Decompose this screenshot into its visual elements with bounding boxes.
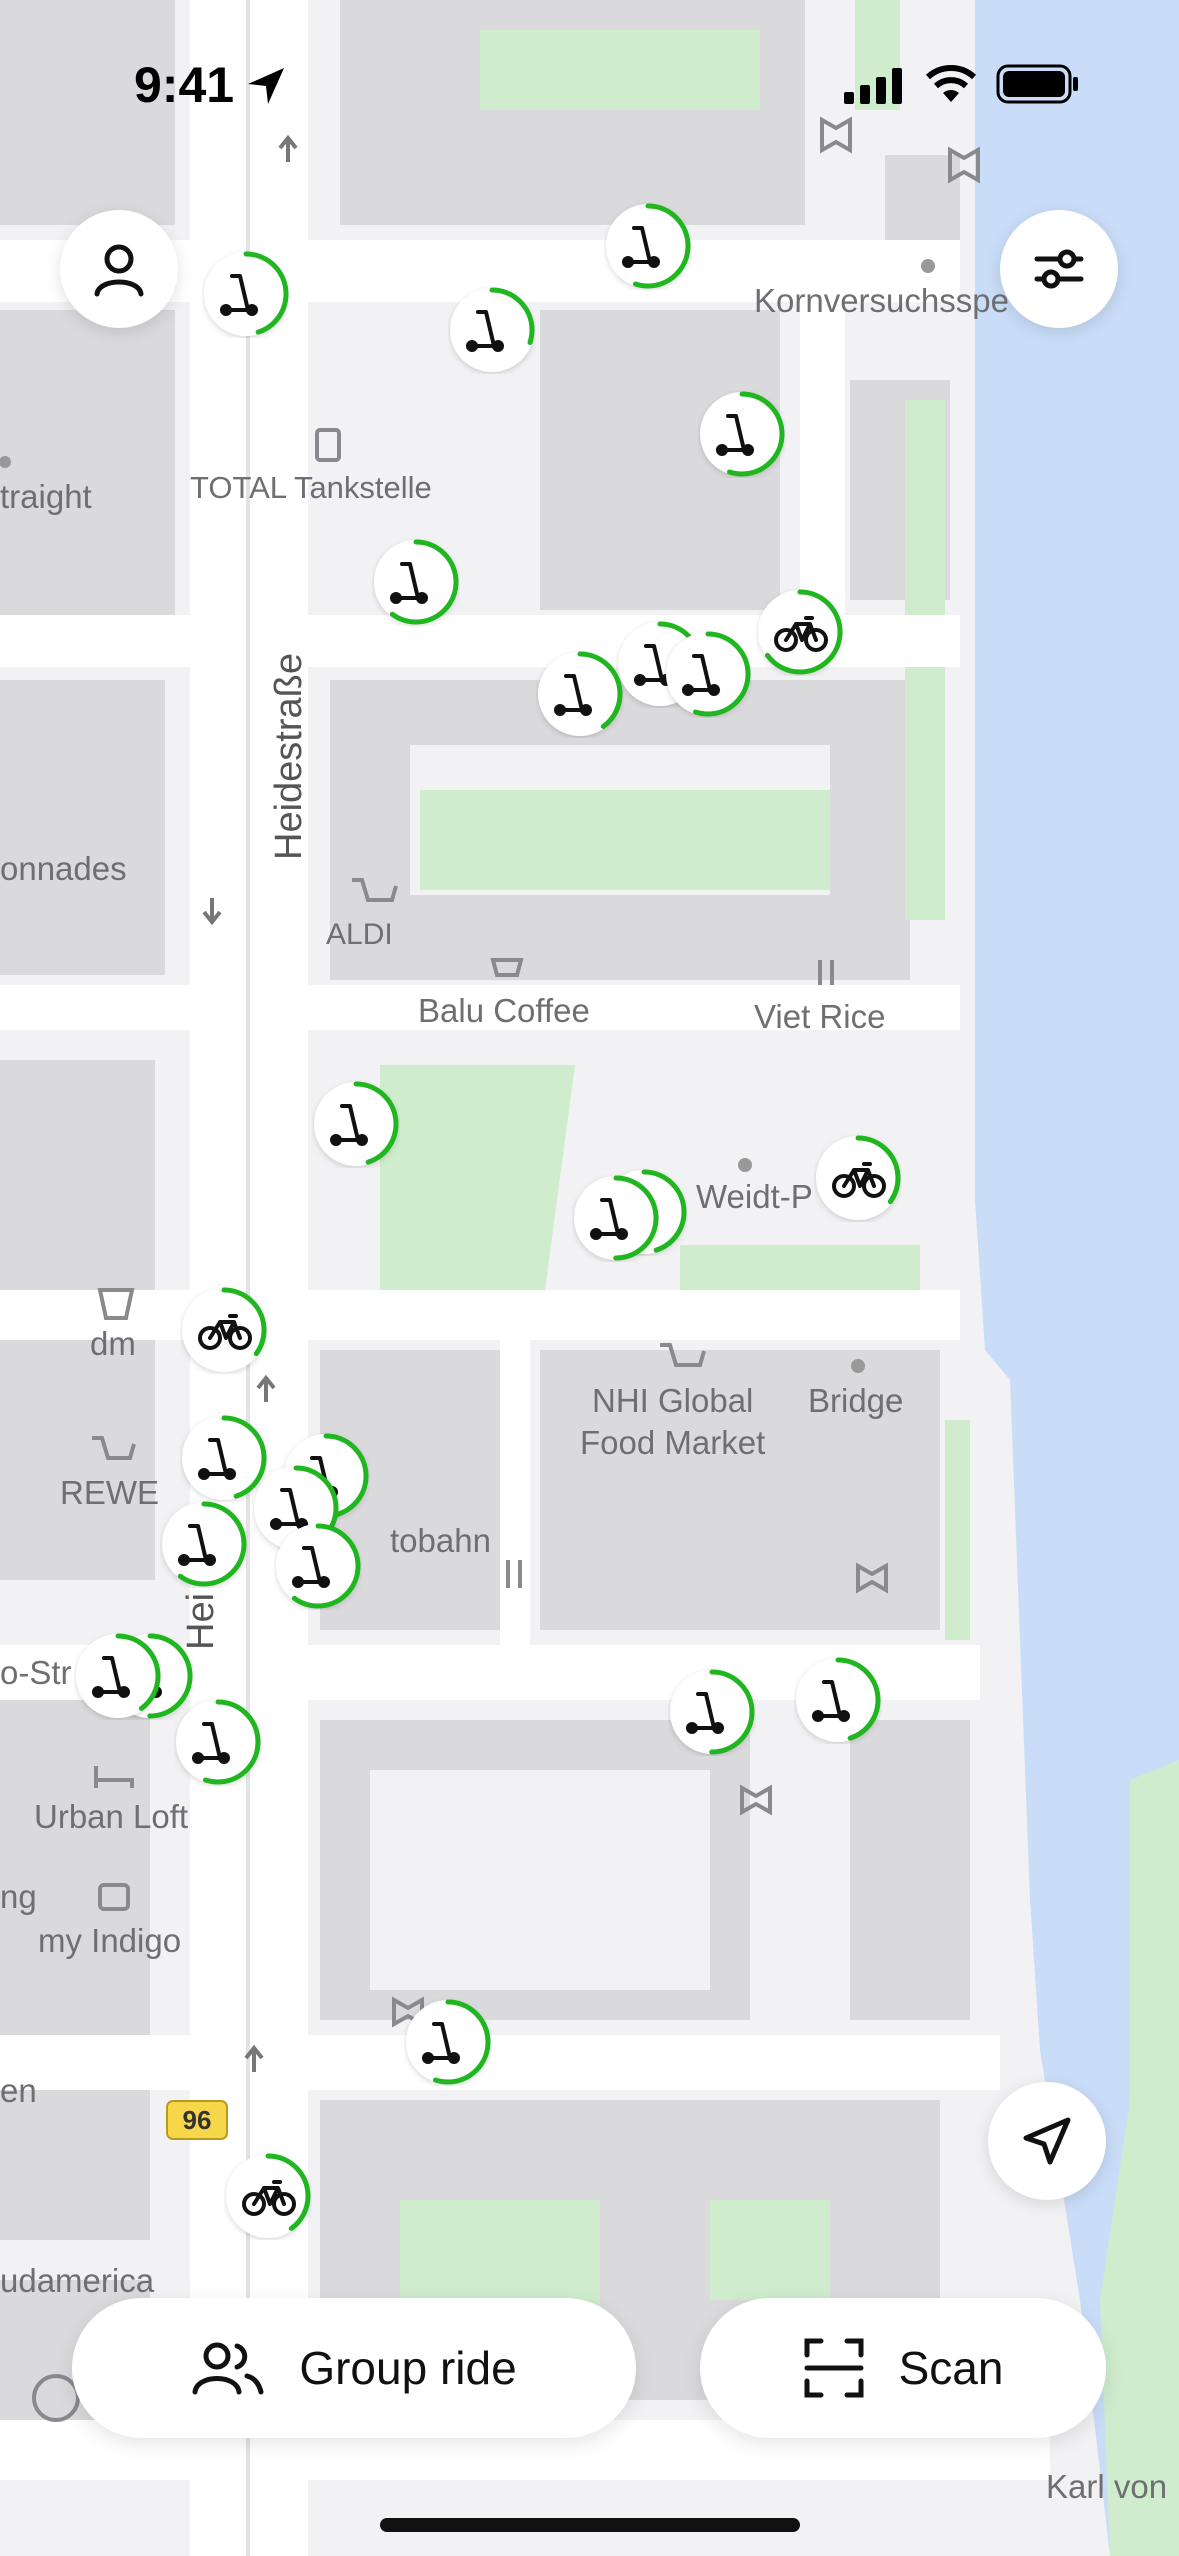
vehicle-marker-scooter[interactable] (160, 1500, 248, 1588)
filters-button[interactable] (1000, 210, 1118, 328)
home-indicator (380, 2518, 800, 2532)
location-arrow-icon (248, 68, 284, 104)
poi-label-market[interactable]: Food Market (580, 1424, 765, 1462)
sliders-icon (1034, 249, 1084, 289)
poi-label-aldi[interactable]: ALDI (326, 918, 393, 952)
vehicle-marker-bike[interactable] (224, 2152, 312, 2240)
vehicle-marker-bike[interactable] (814, 1134, 902, 1222)
vehicle-marker-scooter[interactable] (404, 1998, 492, 2086)
vehicle-marker-scooter[interactable] (448, 286, 536, 374)
poi-label: en (0, 2072, 37, 2109)
vehicle-marker-scooter[interactable] (572, 1174, 660, 1262)
profile-button[interactable] (60, 210, 178, 328)
poi-label: Kornversuchsspe (754, 282, 1009, 319)
vehicle-marker-scooter[interactable] (698, 390, 786, 478)
person-icon (94, 244, 144, 297)
vehicle-marker-scooter[interactable] (274, 1522, 362, 1610)
vehicle-marker-scooter[interactable] (604, 202, 692, 290)
status-bar: 9:41 (0, 0, 1179, 170)
vehicle-marker-scooter[interactable] (668, 1668, 756, 1756)
group-ride-label: Group ride (299, 2342, 517, 2394)
street-label-heidestrasse: Heidestraße (268, 653, 310, 860)
route-badge: 96 (166, 2100, 228, 2140)
street-label: o-Str (0, 1654, 72, 1691)
people-icon (192, 2342, 264, 2395)
status-time: 9:41 (134, 57, 235, 113)
poi-label-dm[interactable]: dm (90, 1325, 136, 1363)
wifi-icon (925, 65, 977, 102)
poi-label-cafe[interactable]: Balu Coffee (418, 992, 590, 1030)
vehicle-marker-scooter[interactable] (664, 630, 752, 718)
poi-label-market[interactable]: NHI Global (592, 1382, 753, 1420)
poi-label: Karl von (1046, 2468, 1168, 2505)
poi-label-bridge[interactable]: Bridge (808, 1382, 903, 1420)
poi-label-restaurant[interactable]: Viet Rice (754, 998, 885, 1036)
vehicle-marker-scooter[interactable] (312, 1080, 400, 1168)
vehicle-marker-bike[interactable] (756, 588, 844, 676)
vehicle-marker-scooter[interactable] (372, 538, 460, 626)
poi-label-hotel[interactable]: Urban Loft (34, 1798, 188, 1836)
battery-icon (996, 64, 1078, 104)
poi-label-park[interactable]: Weidt-P (696, 1178, 813, 1216)
poi-label: tobahn (390, 1522, 491, 1559)
locate-me-button[interactable] (988, 2082, 1106, 2200)
vehicle-marker-scooter[interactable] (202, 250, 290, 338)
vehicle-marker-scooter[interactable] (794, 1656, 882, 1744)
vehicle-marker-scooter[interactable] (536, 650, 624, 738)
scan-button[interactable]: Scan (700, 2298, 1106, 2438)
vehicle-marker-bike[interactable] (180, 1286, 268, 1374)
poi-label: udamerica (0, 2262, 155, 2299)
vehicle-marker-scooter[interactable] (74, 1632, 162, 1720)
poi-label-gas-station[interactable]: TOTAL Tankstelle (190, 470, 432, 506)
poi-label-hotel[interactable]: my Indigo (38, 1922, 181, 1960)
vehicle-marker-scooter[interactable] (174, 1698, 262, 1786)
group-ride-button[interactable]: Group ride (72, 2298, 636, 2438)
poi-label: traight (0, 478, 92, 515)
cellular-signal-icon (844, 68, 902, 104)
poi-label-rewe[interactable]: REWE (60, 1474, 159, 1512)
scan-frame-icon (804, 2338, 864, 2398)
poi-label: onnades (0, 850, 127, 887)
scan-label: Scan (898, 2342, 1004, 2394)
navigation-arrow-icon (1023, 2117, 1071, 2165)
poi-label: ng (0, 1878, 37, 1915)
